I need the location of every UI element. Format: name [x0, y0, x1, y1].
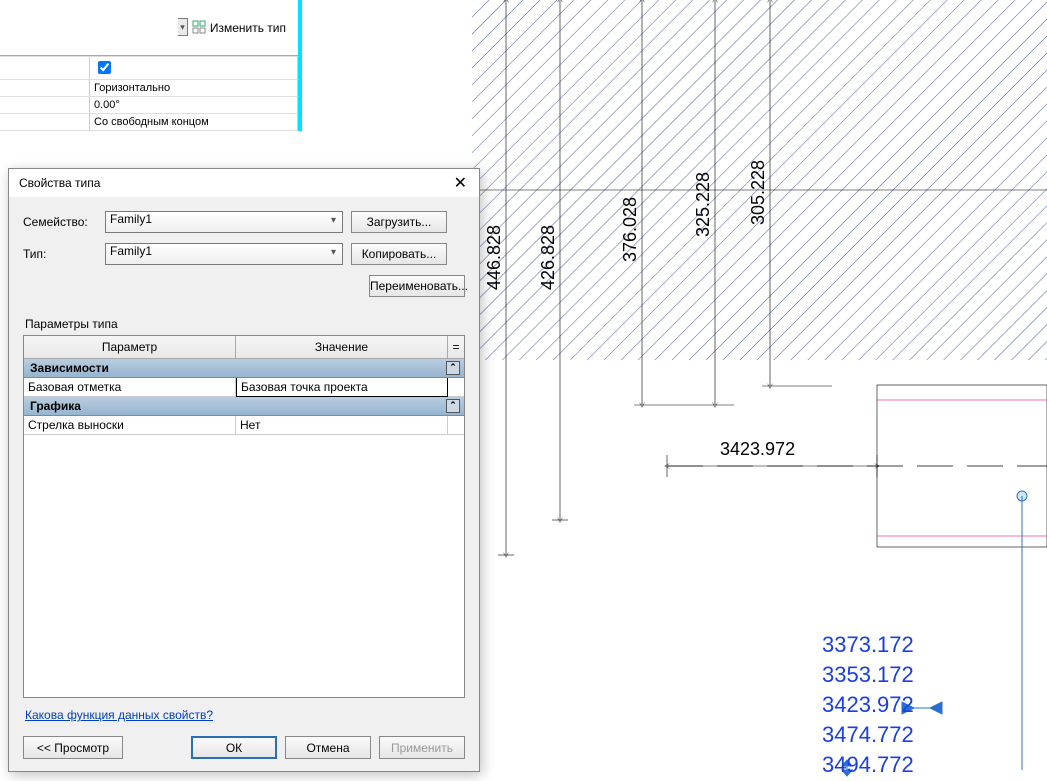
prop-row[interactable]: Со свободным концом	[0, 113, 298, 131]
family-label: Семейство:	[23, 215, 97, 229]
family-select[interactable]: Family1	[105, 211, 343, 233]
group-dependencies[interactable]: Зависимости ⌃	[24, 359, 464, 378]
table-header: Параметр Значение =	[24, 336, 464, 359]
dim-text: 305.228	[748, 160, 768, 225]
dim-text: 426.828	[538, 225, 558, 290]
dim-text: 376.028	[620, 197, 640, 262]
prop-row[interactable]: 0.00°	[0, 96, 298, 113]
coord-text[interactable]: 3474.772	[822, 722, 914, 747]
prop-checkbox[interactable]	[98, 61, 111, 74]
ok-button[interactable]: ОК	[191, 736, 277, 759]
preview-button[interactable]: << Просмотр	[23, 736, 123, 759]
prop-value: Со свободным концом	[90, 114, 298, 130]
copy-button[interactable]: Копировать...	[351, 243, 447, 265]
params-table: Параметр Значение = Зависимости ⌃ Базова…	[23, 335, 465, 698]
dim-text: 446.828	[484, 225, 504, 290]
param-name: Стрелка выноски	[24, 416, 236, 434]
group-graphics[interactable]: Графика ⌃	[24, 397, 464, 416]
coord-text[interactable]: 3494.772	[822, 752, 914, 777]
help-link[interactable]: Какова функция данных свойств?	[25, 708, 463, 722]
coord-text[interactable]: 3353.172	[822, 662, 914, 687]
param-name: Базовая отметка	[24, 378, 236, 396]
col-equals[interactable]: =	[448, 336, 464, 358]
collapse-icon[interactable]: ⌃	[446, 361, 460, 375]
prop-value: Горизонтально	[90, 80, 298, 96]
dialog-title: Свойства типа	[19, 176, 100, 190]
load-button[interactable]: Загрузить...	[351, 211, 447, 233]
col-parameter[interactable]: Параметр	[24, 336, 236, 358]
coord-text[interactable]: 3423.972	[822, 692, 914, 717]
close-icon[interactable]: ✕	[450, 173, 471, 193]
collapse-icon[interactable]: ⌃	[446, 399, 460, 413]
properties-grid: Горизонтально 0.00° Со свободным концом	[0, 56, 298, 131]
dialog-titlebar[interactable]: Свойства типа ✕	[9, 169, 479, 197]
coord-text[interactable]: 3373.172	[822, 632, 914, 657]
prop-row[interactable]: Горизонтально	[0, 79, 298, 96]
properties-header: Изменить тип	[0, 0, 298, 56]
type-label: Тип:	[23, 247, 97, 261]
dim-text: 3423.972	[720, 439, 795, 459]
params-label: Параметры типа	[25, 317, 465, 331]
rename-button[interactable]: Переименовать...	[369, 275, 465, 297]
dim-text: 325.228	[693, 172, 713, 237]
param-value[interactable]: Нет	[236, 416, 448, 434]
cancel-button[interactable]: Отмена	[285, 736, 371, 759]
change-type-icon	[192, 20, 206, 37]
param-value[interactable]: Базовая точка проекта	[236, 377, 448, 397]
col-value[interactable]: Значение	[236, 336, 448, 358]
prop-value: 0.00°	[90, 97, 298, 113]
change-type-button[interactable]: Изменить тип	[186, 14, 292, 42]
apply-button: Применить	[379, 736, 465, 759]
properties-panel: Изменить тип Горизонтально 0.00° Со своб…	[0, 0, 302, 131]
change-type-label: Изменить тип	[210, 21, 286, 35]
type-properties-dialog: Свойства типа ✕ Семейство: Family1 Загру…	[8, 168, 480, 772]
prop-row[interactable]	[0, 56, 298, 79]
type-select[interactable]: Family1	[105, 243, 343, 265]
table-row[interactable]: Стрелка выноски Нет	[24, 416, 464, 435]
table-row[interactable]: Базовая отметка Базовая точка проекта	[24, 378, 464, 397]
